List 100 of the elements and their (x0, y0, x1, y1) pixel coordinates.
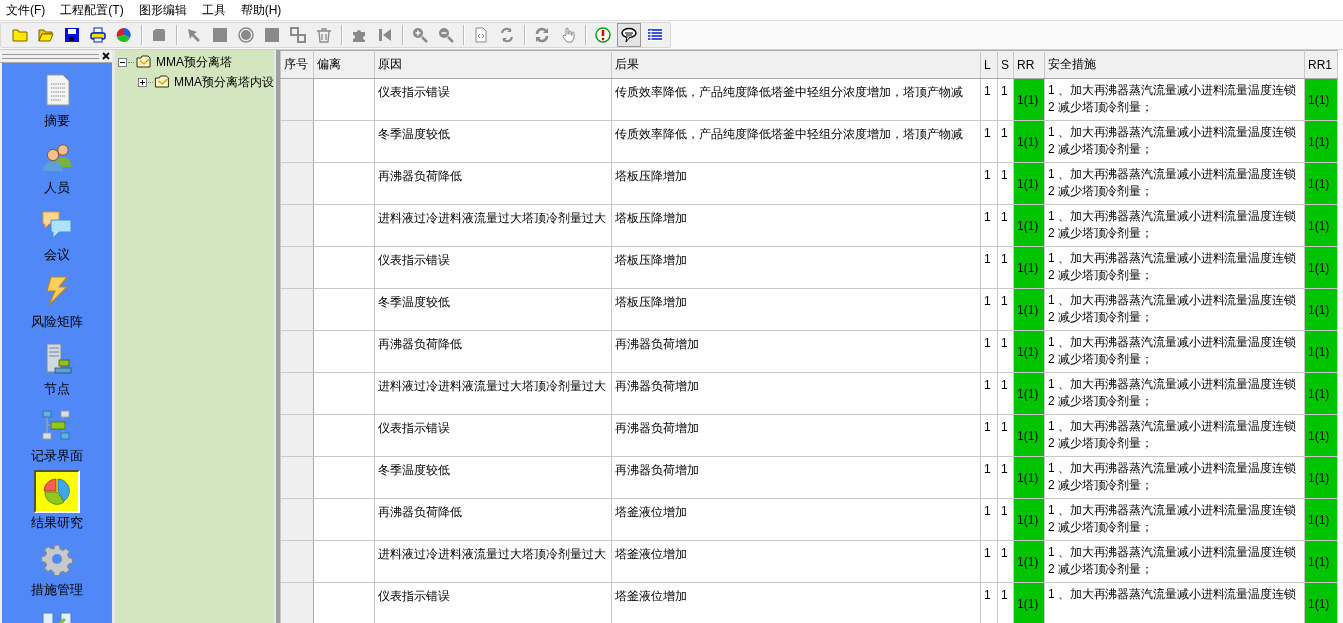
table-cell: 1 、加大再沸器蒸汽流量减小进料流量温度连锁 2 减少塔顶冷剂量； (1044, 78, 1305, 121)
table-cell: 1 (980, 120, 998, 163)
table-cell: 1 、加大再沸器蒸汽流量减小进料流量温度连锁 2 减少塔顶冷剂量； (1044, 120, 1305, 163)
table-cell: 1 、加大再沸器蒸汽流量减小进料流量温度连锁 2 减少塔顶冷剂量； (1044, 204, 1305, 247)
nav-label[interactable]: 摘要 (43, 112, 70, 130)
table-cell: 1 、加大再沸器蒸汽流量减小进料流量温度连锁 2 减少塔顶冷剂量； (1044, 540, 1305, 583)
table-cell: 1 、加大再沸器蒸汽流量减小进料流量温度连锁 2 减少塔顶冷剂量； (1044, 330, 1305, 373)
print-icon (90, 27, 106, 43)
table-cell: 1 (997, 204, 1014, 247)
table-cell: 冬季温度较低 (374, 288, 612, 331)
diagram-icon (40, 408, 73, 441)
column-header[interactable]: 原因 (374, 50, 612, 79)
menu-item[interactable]: 帮助(H) (235, 1, 287, 19)
table-cell: 再沸器负荷降低 (374, 330, 612, 373)
row-header[interactable] (280, 414, 314, 457)
connector-icon (290, 27, 306, 43)
table-cell: 1 (997, 330, 1014, 373)
table-cell: 1 (980, 288, 998, 331)
collapse-toggle[interactable] (118, 57, 127, 67)
table-cell: 仪表指示错误 (374, 246, 612, 289)
row-header[interactable] (280, 120, 314, 163)
table-cell: 仪表指示错误 (374, 414, 612, 457)
row-header[interactable] (280, 330, 314, 373)
table-cell: 再沸器负荷增加 (611, 330, 981, 373)
nav-label[interactable]: 会议 (43, 246, 70, 264)
table-cell: 1 (980, 540, 998, 583)
list-icon (647, 27, 663, 43)
menu-item[interactable]: 图形编辑 (133, 1, 192, 19)
table-cell: 1 (997, 540, 1014, 583)
table-cell: 传质效率降低，产品纯度降低塔釜中轻组分浓度增加，塔顶产物减 (611, 78, 981, 121)
menu-item[interactable]: 工程配置(T) (55, 1, 129, 19)
table-cell: 1 、加大再沸器蒸汽流量减小进料流量温度连锁 2 减少塔顶冷剂量； (1044, 456, 1305, 499)
table-cell: 1 、加大再沸器蒸汽流量减小进料流量温度连锁 2 减少塔顶冷剂量； (1044, 414, 1305, 457)
table-cell: 传质效率降低，产品纯度降低塔釜中轻组分浓度增加，塔顶产物减 (611, 120, 981, 163)
row-header[interactable] (280, 246, 314, 289)
folder-icon (135, 54, 153, 70)
circle-icon (238, 27, 254, 43)
nav-label[interactable]: 记录界面 (30, 447, 83, 465)
row-header[interactable] (280, 204, 314, 247)
puzzle-icon (351, 27, 367, 43)
column-header[interactable]: 后果 (611, 50, 981, 79)
box-icon (151, 27, 167, 43)
row-header[interactable] (280, 78, 314, 121)
table-cell: 1 (980, 456, 998, 499)
table-cell: 冬季温度较低 (374, 456, 612, 499)
menu-item[interactable]: 文件(F) (1, 1, 51, 19)
square-icon (264, 27, 280, 43)
table-cell: 1 (997, 120, 1014, 163)
hand-icon (560, 27, 576, 43)
column-header[interactable]: RR (1013, 50, 1045, 79)
row-header[interactable] (280, 456, 314, 499)
table-cell: 塔板压降增加 (611, 162, 981, 205)
table-cell: 仪表指示错误 (374, 78, 612, 121)
table-cell: 1 、加大再沸器蒸汽流量减小进料流量温度连锁 2 减少塔顶冷剂量； (1044, 162, 1305, 205)
nav-label[interactable]: 措施管理 (30, 581, 83, 599)
menu-item[interactable]: 工具 (196, 1, 231, 19)
row-header[interactable] (280, 288, 314, 331)
column-header[interactable]: 序号 (280, 50, 314, 79)
column-header[interactable]: RR1 (1304, 50, 1338, 79)
nav-button[interactable] (33, 470, 80, 513)
close-icon[interactable] (102, 52, 110, 60)
nav-label[interactable]: 风险矩阵 (30, 313, 83, 331)
table-cell: 1 (997, 288, 1014, 331)
zoom-out-icon (438, 27, 454, 43)
page-icon (473, 27, 489, 43)
table-cell: 进料液过冷进料液流量过大塔顶冷剂量过大 (374, 540, 612, 583)
row-header[interactable] (280, 498, 314, 541)
nav-label[interactable]: 结果研究 (30, 514, 83, 532)
table-cell: 1 (980, 330, 998, 373)
table-cell: 再沸器负荷降低 (374, 162, 612, 205)
table-cell: 进料液过冷进料液流量过大塔顶冷剂量过大 (374, 372, 612, 415)
table-cell: 1 (997, 414, 1014, 457)
nav-label[interactable]: 节点 (43, 380, 70, 398)
table-cell: 1 (997, 456, 1014, 499)
table-cell: 1 、加大再沸器蒸汽流量减小进料流量温度连锁 2 减少塔顶冷剂量； (1044, 288, 1305, 331)
table-cell: 塔釜液位增加 (611, 540, 981, 583)
toolbar-button[interactable] (617, 23, 641, 47)
table-cell: 1 (980, 78, 998, 121)
table-cell: 进料液过冷进料液流量过大塔顶冷剂量过大 (374, 204, 612, 247)
swap-icon (534, 27, 550, 43)
table-cell: 塔板压降增加 (611, 246, 981, 289)
table-cell: 1 (980, 414, 998, 457)
folder-icon (12, 27, 28, 43)
speech-bubble-icon (621, 27, 637, 43)
row-header[interactable] (280, 582, 314, 623)
nav-label[interactable]: 人员 (43, 179, 70, 197)
row-header[interactable] (280, 372, 314, 415)
tree-node[interactable]: MMA预分离塔 (156, 53, 232, 71)
table-cell: 塔板压降增加 (611, 204, 981, 247)
row-header[interactable] (280, 540, 314, 583)
row-header[interactable] (280, 162, 314, 205)
tree-node[interactable]: MMA预分离塔内设 (174, 73, 274, 91)
expand-toggle[interactable] (138, 77, 147, 87)
column-header[interactable]: 安全措施 (1044, 50, 1305, 79)
table-cell: 再沸器负荷增加 (611, 456, 981, 499)
table-cell: 1 、加大再沸器蒸汽流量减小进料流量温度连锁 2 减少塔顶冷剂量； (1044, 498, 1305, 541)
column-header[interactable]: 偏离 (313, 50, 375, 79)
pie-chart-icon (116, 27, 132, 43)
table-cell: 1 (997, 78, 1014, 121)
zoom-in-icon (412, 27, 428, 43)
